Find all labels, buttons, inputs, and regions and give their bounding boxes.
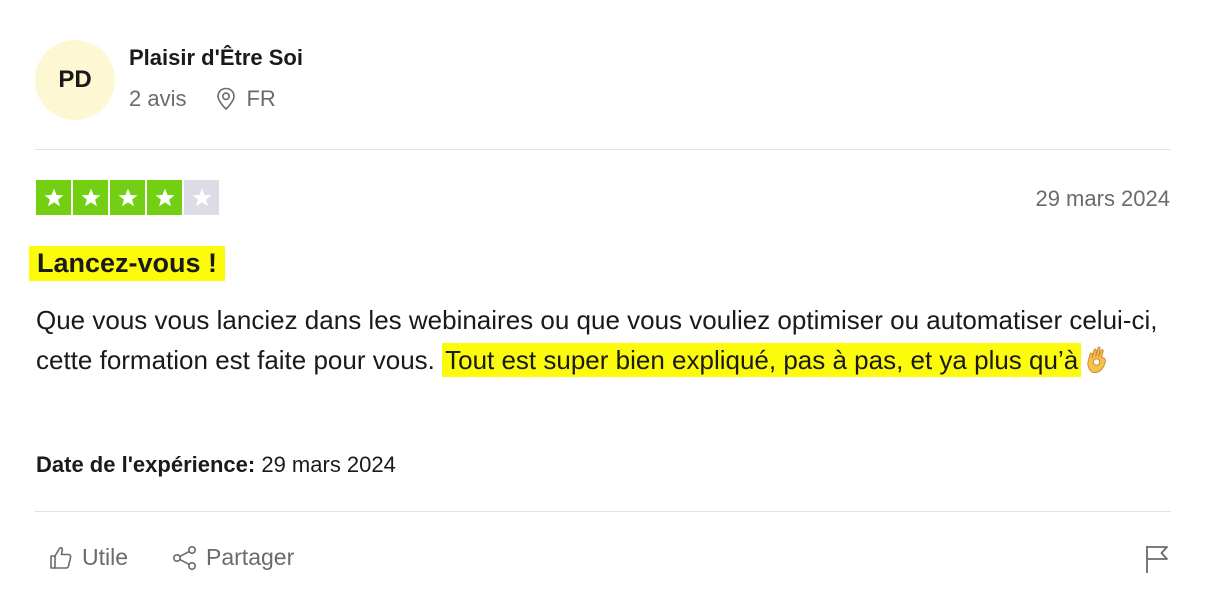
experience-value: 29 mars 2024: [261, 452, 396, 477]
footer-divider: [35, 511, 1171, 512]
star-icon: [118, 188, 137, 206]
star-icon: [44, 188, 63, 206]
star-4-filled: [147, 180, 182, 215]
share-icon: [173, 545, 197, 570]
review-actions: Utile Partager: [48, 544, 294, 571]
ok-hand-icon: [1085, 344, 1109, 384]
review-body: Que vous vous lanciez dans les webinaire…: [36, 300, 1176, 384]
reviewer-country: FR: [246, 86, 276, 111]
experience-label: Date de l'expérience:: [36, 452, 256, 477]
thumbs-up-icon: [50, 546, 72, 569]
share-label: Partager: [206, 544, 295, 570]
star-icon: [155, 188, 174, 206]
reviewer-avatar[interactable]: PD: [35, 40, 115, 120]
reviewer-meta: 2 avis FR: [129, 86, 276, 112]
reviewer-name[interactable]: Plaisir d'Être Soi: [129, 45, 303, 71]
review-title[interactable]: Lancez-vous !: [29, 246, 226, 281]
useful-label: Utile: [82, 544, 129, 570]
experience-date: Date de l'expérience: 29 mars 2024: [36, 452, 396, 478]
report-button[interactable]: [1144, 544, 1170, 579]
reviews-count: 2 avis: [129, 86, 187, 111]
header-divider: [35, 149, 1171, 150]
reviewer-location: FR: [216, 86, 276, 112]
star-1-filled: [36, 180, 71, 215]
location-pin-icon: [217, 87, 236, 111]
review-body-highlight: Tout est super bien expliqué, pas à pas,…: [442, 343, 1082, 377]
star-icon: [192, 188, 211, 206]
star-icon: [81, 188, 100, 206]
review-title-wrap: Lancez-vous !: [29, 246, 226, 281]
star-3-filled: [110, 180, 145, 215]
share-button[interactable]: Partager: [172, 544, 294, 571]
review-date: 29 mars 2024: [1035, 186, 1170, 211]
useful-button[interactable]: Utile: [48, 544, 128, 571]
reviewer-initials: PD: [58, 66, 92, 93]
star-rating: [36, 180, 219, 215]
flag-icon: [1146, 546, 1168, 573]
star-5-empty: [184, 180, 219, 215]
star-2-filled: [73, 180, 108, 215]
